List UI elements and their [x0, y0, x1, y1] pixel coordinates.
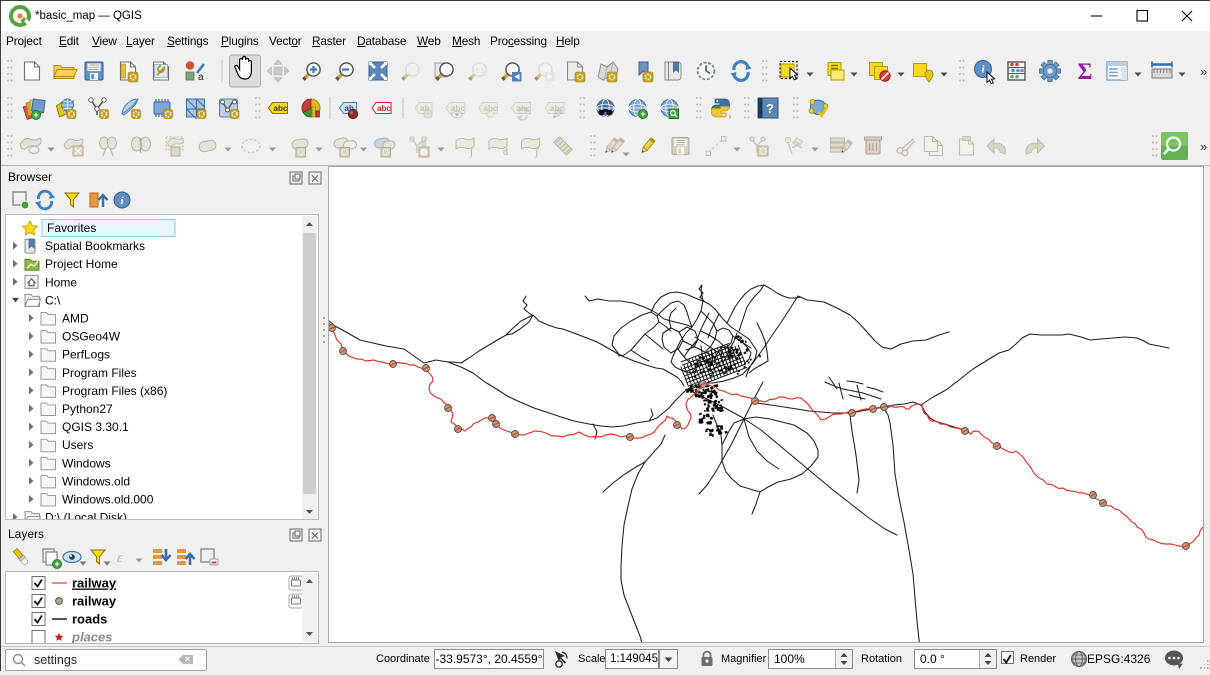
svg-text:1:1: 1:1 — [475, 68, 484, 75]
svg-text:Windows.old: Windows.old — [62, 474, 130, 488]
svg-text:C:\: C:\ — [45, 293, 61, 307]
svg-text:Home: Home — [45, 275, 77, 289]
svg-text:+: + — [33, 110, 38, 120]
svg-text:Favorites: Favorites — [47, 221, 96, 235]
svg-text:d: d — [503, 147, 508, 158]
svg-text:Σ: Σ — [1077, 59, 1092, 84]
svg-text:Windows.old.000: Windows.old.000 — [62, 493, 154, 507]
svg-text:Project Home: Project Home — [45, 257, 118, 271]
svg-text:abc: abc — [274, 104, 288, 113]
svg-text:roads: roads — [72, 612, 107, 627]
svg-text:»: » — [1200, 139, 1207, 154]
svg-text:a: a — [198, 72, 204, 83]
svg-text:QGIS 3.30.1: QGIS 3.30.1 — [62, 420, 129, 434]
svg-text:places: places — [71, 630, 112, 644]
svg-text:PerfLogs: PerfLogs — [62, 348, 110, 362]
svg-text:D:\ (Local Disk): D:\ (Local Disk) — [45, 511, 127, 520]
svg-text:ε: ε — [117, 551, 123, 566]
svg-text:∫: ∫ — [469, 147, 474, 158]
svg-text:settings: settings — [34, 653, 77, 667]
svg-text:OSGeo4W: OSGeo4W — [62, 330, 121, 344]
svg-text:Windows: Windows — [62, 456, 111, 470]
svg-text:+: + — [640, 109, 645, 119]
svg-text:Spatial Bookmarks: Spatial Bookmarks — [45, 239, 145, 253]
svg-text:railway: railway — [72, 594, 117, 609]
svg-text:»: » — [1200, 64, 1207, 79]
svg-text:Python27: Python27 — [62, 402, 113, 416]
svg-text:railway: railway — [72, 576, 117, 591]
svg-text:Program Files (x86): Program Files (x86) — [62, 384, 167, 398]
svg-text:+: + — [54, 559, 59, 569]
svg-text:Users: Users — [62, 438, 93, 452]
svg-text:abc: abc — [377, 104, 391, 113]
svg-text:?: ? — [766, 101, 774, 116]
svg-text:∫: ∫ — [535, 147, 540, 158]
svg-text:AMD: AMD — [62, 312, 89, 326]
svg-text:Program Files: Program Files — [62, 366, 137, 380]
svg-text:›: › — [729, 112, 732, 121]
